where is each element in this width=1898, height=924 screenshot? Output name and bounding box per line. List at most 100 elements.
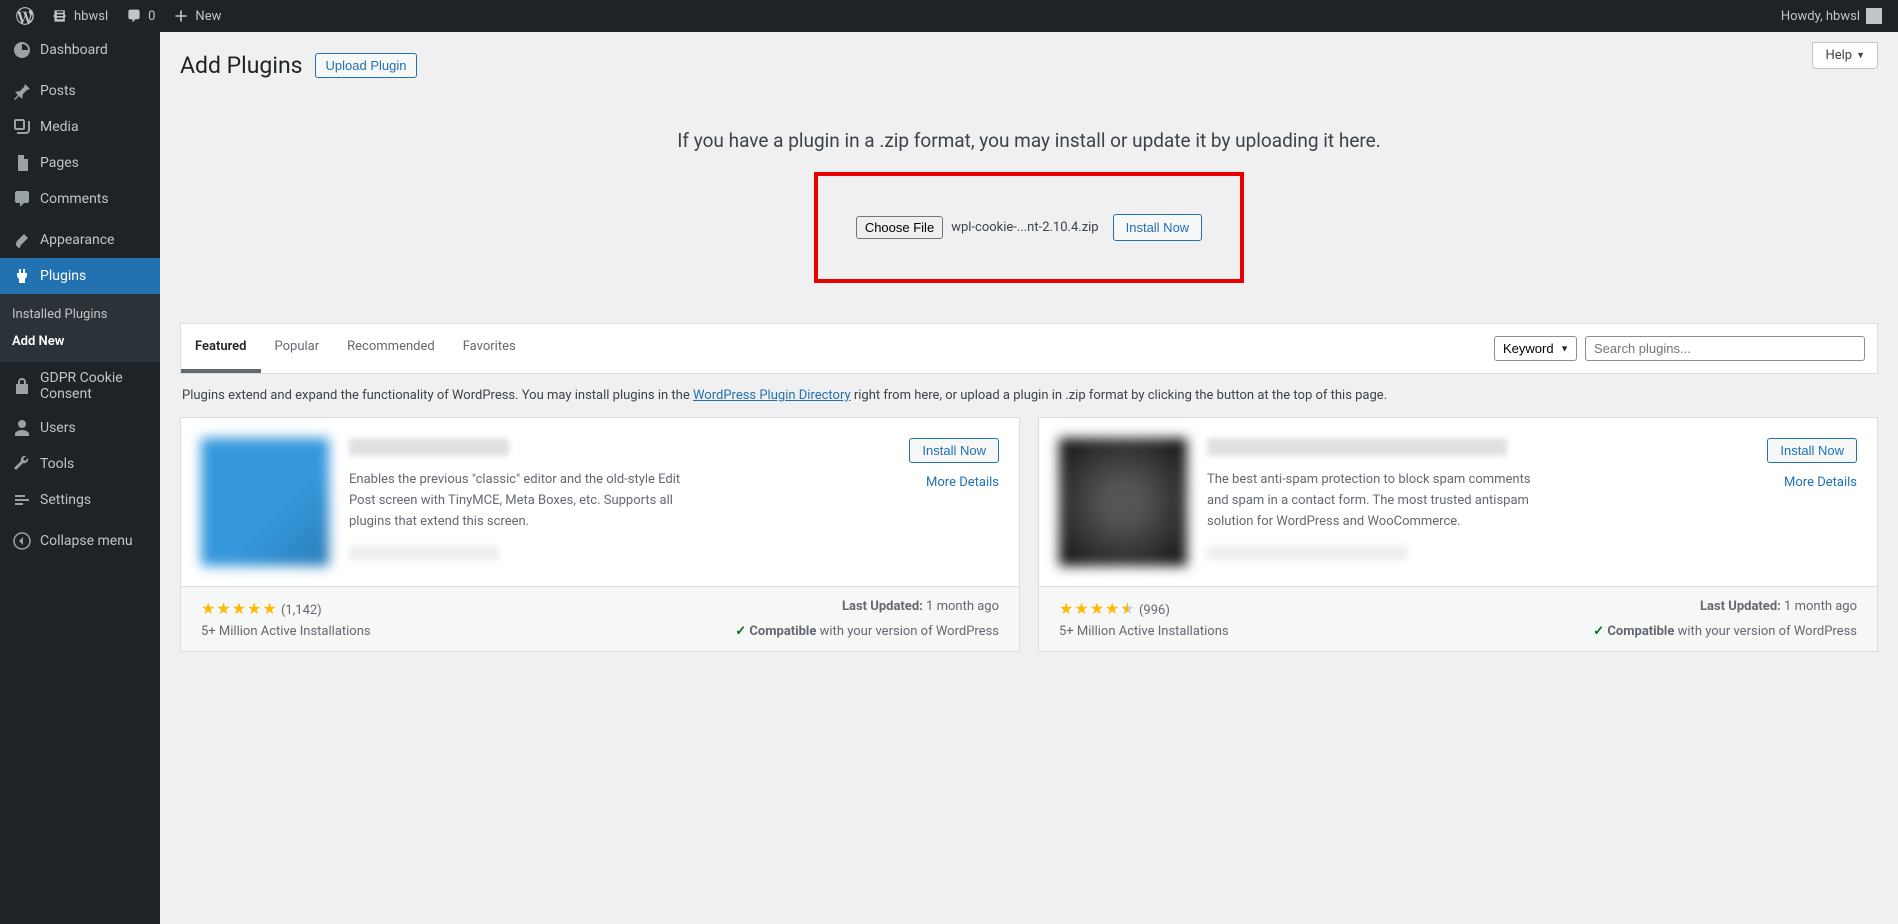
compat-text: with your version of WordPress [1674, 624, 1857, 639]
active-installs: 5+ Million Active Installations [1059, 624, 1453, 639]
upload-plugin-button[interactable]: Upload Plugin [315, 53, 418, 78]
search-input[interactable] [1585, 336, 1865, 361]
chevron-down-icon: ▼ [1856, 50, 1865, 61]
page-icon [12, 153, 32, 173]
help-label: Help [1825, 48, 1852, 63]
menu-plugins[interactable]: Plugins [0, 258, 160, 294]
plug-icon [12, 266, 32, 286]
install-now-button[interactable]: Install Now [1767, 438, 1857, 463]
menu-label: Media [40, 119, 79, 135]
plugin-byline-redacted [1207, 546, 1407, 560]
plugin-title-redacted [1207, 438, 1507, 456]
tab-popular[interactable]: Popular [261, 324, 334, 373]
menu-label: GDPR Cookie Consent [40, 370, 152, 402]
install-now-button[interactable]: Install Now [1113, 214, 1203, 241]
wp-logo[interactable] [8, 0, 42, 32]
menu-label: Pages [40, 155, 79, 171]
tab-favorites[interactable]: Favorites [449, 324, 530, 373]
new-content-link[interactable]: New [165, 0, 229, 32]
menu-label: Comments [40, 191, 109, 207]
plugin-description: The best anti-spam protection to block s… [1207, 470, 1547, 532]
menu-media[interactable]: Media [0, 109, 160, 145]
menu-collapse[interactable]: Collapse menu [0, 523, 160, 559]
menu-pages[interactable]: Pages [0, 145, 160, 181]
plugin-directory-link[interactable]: WordPress Plugin Directory [693, 388, 851, 403]
dashboard-icon [12, 40, 32, 60]
star-rating-icon: ★★★★★★ [1059, 599, 1136, 618]
last-updated-label: Last Updated: [1700, 599, 1781, 614]
install-now-button[interactable]: Install Now [909, 438, 999, 463]
last-updated-value: 1 month ago [926, 599, 999, 614]
help-tab[interactable]: Help ▼ [1812, 42, 1878, 69]
tab-recommended[interactable]: Recommended [333, 324, 449, 373]
howdy-account[interactable]: Howdy, hbwsl [1773, 0, 1890, 32]
lock-icon [12, 376, 32, 396]
compat-label: Compatible [1607, 624, 1674, 639]
site-name-link[interactable]: hbwsl [44, 0, 116, 32]
menu-posts[interactable]: Posts [0, 73, 160, 109]
submenu-add-new[interactable]: Add New [0, 328, 160, 355]
more-details-link[interactable]: More Details [1767, 475, 1857, 490]
star-rating-icon: ★★★★★ [201, 599, 278, 618]
plugin-title-redacted [349, 438, 509, 456]
menu-label: Appearance [40, 232, 114, 248]
plugin-thumbnail [201, 438, 329, 566]
last-updated-value: 1 month ago [1784, 599, 1857, 614]
site-name-label: hbwsl [74, 9, 108, 24]
menu-gdpr[interactable]: GDPR Cookie Consent [0, 362, 160, 410]
submenu-plugins: Installed Plugins Add New [0, 294, 160, 362]
plugin-description: Enables the previous "classic" editor an… [349, 470, 689, 532]
active-installs: 5+ Million Active Installations [201, 624, 595, 639]
wrench-icon [12, 454, 32, 474]
new-label: New [195, 9, 221, 24]
brush-icon [12, 230, 32, 250]
media-icon [12, 117, 32, 137]
directory-description: Plugins extend and expand the functional… [180, 374, 1878, 417]
compat-label: Compatible [749, 624, 816, 639]
last-updated-label: Last Updated: [842, 599, 923, 614]
rating-count: (1,142) [281, 603, 322, 618]
choose-file-button[interactable]: Choose File [856, 216, 943, 239]
upload-form-highlight: Choose File wpl-cookie-...nt-2.10.4.zip … [814, 172, 1244, 283]
menu-label: Dashboard [40, 42, 108, 58]
menu-dashboard[interactable]: Dashboard [0, 32, 160, 68]
comment-icon [12, 189, 32, 209]
compat-text: with your version of WordPress [816, 624, 999, 639]
menu-label: Tools [40, 456, 74, 472]
menu-label: Posts [40, 83, 76, 99]
plugin-thumbnail [1059, 438, 1187, 566]
menu-tools[interactable]: Tools [0, 446, 160, 482]
menu-appearance[interactable]: Appearance [0, 222, 160, 258]
tab-featured[interactable]: Featured [181, 324, 261, 373]
plugin-card: Install Now More Details The best anti-s… [1038, 417, 1878, 652]
menu-label: Collapse menu [40, 533, 133, 549]
pin-icon [12, 81, 32, 101]
avatar-icon [1866, 8, 1882, 24]
menu-settings[interactable]: Settings [0, 482, 160, 518]
admin-sidebar: Dashboard Posts Media Pages Comments App… [0, 32, 160, 924]
rating-count: (996) [1139, 603, 1170, 618]
collapse-icon [12, 531, 32, 551]
admin-bar: hbwsl 0 New Howdy, hbwsl [0, 0, 1898, 32]
menu-label: Settings [40, 492, 91, 508]
main-content: Help ▼ Add Plugins Upload Plugin If you … [160, 32, 1898, 924]
sliders-icon [12, 490, 32, 510]
menu-comments[interactable]: Comments [0, 181, 160, 217]
plugin-byline-redacted [349, 546, 499, 560]
page-title: Add Plugins [180, 52, 303, 79]
check-icon: ✓ [735, 624, 746, 639]
howdy-label: Howdy, hbwsl [1781, 9, 1860, 24]
plugin-card: Install Now More Details Enables the pre… [180, 417, 1020, 652]
filter-bar: Featured Popular Recommended Favorites K… [180, 323, 1878, 374]
upload-description: If you have a plugin in a .zip format, y… [180, 129, 1878, 152]
menu-users[interactable]: Users [0, 410, 160, 446]
comments-count: 0 [148, 9, 155, 24]
menu-label: Plugins [40, 268, 86, 284]
selected-filename: wpl-cookie-...nt-2.10.4.zip [951, 220, 1098, 235]
menu-label: Users [40, 420, 76, 436]
submenu-installed-plugins[interactable]: Installed Plugins [0, 301, 160, 328]
search-type-select[interactable]: Keyword [1494, 336, 1577, 361]
user-icon [12, 418, 32, 438]
more-details-link[interactable]: More Details [909, 475, 999, 490]
comments-link[interactable]: 0 [118, 0, 163, 32]
